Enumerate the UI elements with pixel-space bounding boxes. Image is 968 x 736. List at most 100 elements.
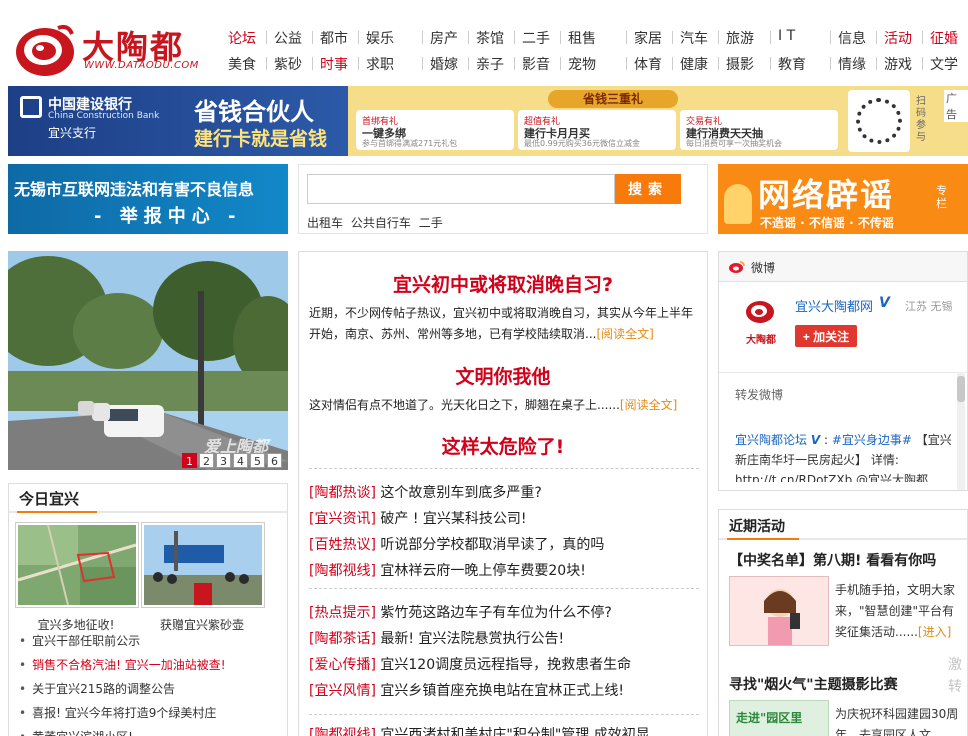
nav-separator xyxy=(922,57,923,70)
nav-link[interactable]: 论坛 xyxy=(228,28,256,48)
news-headline-link[interactable]: 宜兴120调度员远程指导，挽救患者生命 xyxy=(376,657,631,673)
nav-link[interactable]: 时事 xyxy=(320,54,348,74)
read-more-link[interactable]: [阅读全文] xyxy=(596,327,653,341)
hot-word-link[interactable]: 二手 xyxy=(419,216,443,230)
news-item: [百姓热议] 听说部分学校都取消早读了，真的吗 xyxy=(309,534,604,554)
news-category-tag[interactable]: [宜兴资讯] xyxy=(309,511,376,527)
slide-page-button[interactable]: 1 xyxy=(182,453,197,468)
news-item: [宜兴风情] 宜兴乡镇首座充换电站在宜林正式上线! xyxy=(309,680,624,700)
nav-link[interactable]: 活动 xyxy=(884,28,912,48)
nav-link[interactable]: 宠物 xyxy=(568,54,596,74)
enter-link[interactable]: [进入] xyxy=(918,625,951,639)
slide-page-button[interactable]: 5 xyxy=(250,453,265,468)
nav-link[interactable]: 二手 xyxy=(522,28,550,48)
slide-page-button[interactable]: 6 xyxy=(267,453,282,468)
today-thumb[interactable] xyxy=(141,522,265,608)
nav-link[interactable]: 租售 xyxy=(568,28,596,48)
headline-summary: 近期，不少网传帖子热议，宜兴初中或将取消晚自习，其实从今年上半年开始，南京、苏州… xyxy=(309,303,699,345)
floating-side-tag[interactable]: 激转 xyxy=(948,654,968,698)
nav-link[interactable]: 体育 xyxy=(634,54,662,74)
news-category-tag[interactable]: [热点提示] xyxy=(309,605,376,621)
news-headline-link[interactable]: 宜林祥云府一晚上停车费要20块! xyxy=(376,563,585,579)
report-center-banner[interactable]: 无锡市互联网违法和有害不良信息 - 举报中心 - xyxy=(8,164,288,234)
activity-description: 为庆祝环科园建园30周年，去享园区人文 xyxy=(835,707,959,736)
nav-link[interactable]: 旅游 xyxy=(726,28,754,48)
headline-title[interactable]: 宜兴初中或将取消晚自习? xyxy=(299,270,707,297)
news-category-tag[interactable]: [陶都视线] xyxy=(309,563,376,579)
nav-link[interactable]: 文学 xyxy=(930,54,958,74)
weibo-repost-label: 转发微博 xyxy=(735,388,784,402)
news-category-tag[interactable]: [爱心传播] xyxy=(309,657,376,673)
news-headline-link[interactable]: 宜兴西渚村和美村庄"积分制"管理 成效初显 xyxy=(376,727,649,736)
news-headline-link[interactable]: 这个故意别车到底多严重? xyxy=(376,485,541,501)
slide-page-button[interactable]: 2 xyxy=(199,453,214,468)
activity-image[interactable]: 走进"园区里 xyxy=(729,700,829,736)
today-thumb-caption[interactable]: 宜兴多地征收! xyxy=(11,616,141,633)
weibo-scrollbar[interactable] xyxy=(957,372,965,490)
nav-link[interactable]: I T xyxy=(778,28,795,44)
nav-link[interactable]: 情缘 xyxy=(838,54,866,74)
nav-link[interactable]: 公益 xyxy=(274,28,302,48)
nav-link[interactable]: 美食 xyxy=(228,54,256,74)
slide-page-button[interactable]: 3 xyxy=(216,453,231,468)
nav-link[interactable]: 信息 xyxy=(838,28,866,48)
nav-link[interactable]: 房产 xyxy=(430,28,458,48)
ad-branch: 宜兴支行 xyxy=(48,126,97,140)
news-headline-link[interactable]: 紫竹苑这路边车子有车位为什么不停? xyxy=(376,605,611,621)
nav-separator xyxy=(514,57,515,70)
today-thumb-caption[interactable]: 获赠宜兴紫砂壶 xyxy=(137,616,267,633)
nav-link[interactable]: 影音 xyxy=(522,54,550,74)
hot-word-link[interactable]: 出租车 xyxy=(307,216,343,230)
news-category-tag[interactable]: [陶都热谈] xyxy=(309,485,376,501)
news-headline-link[interactable]: 听说部分学校都取消早读了，真的吗 xyxy=(376,537,604,553)
weibo-post-author[interactable]: 宜兴陶都论坛 xyxy=(735,433,807,447)
nav-link[interactable]: 求职 xyxy=(366,54,394,74)
news-category-tag[interactable]: [宜兴风情] xyxy=(309,683,376,699)
nav-link[interactable]: 游戏 xyxy=(884,54,912,74)
nav-link[interactable]: 汽车 xyxy=(680,28,708,48)
news-headline-link[interactable]: 破产 ! 宜兴某科技公司! xyxy=(376,511,526,527)
news-category-tag[interactable]: [陶都茶话] xyxy=(309,631,376,647)
nav-link[interactable]: 家居 xyxy=(634,28,662,48)
activity-image[interactable] xyxy=(729,576,829,646)
nav-link[interactable]: 征婚 xyxy=(930,28,958,48)
activity-title[interactable]: 寻找"烟火气"主题摄影比赛 xyxy=(729,674,898,694)
nav-link[interactable]: 娱乐 xyxy=(366,28,394,48)
photo-slideshow[interactable]: 爱上陶都 123456 xyxy=(8,251,288,470)
today-news-item[interactable]: 关于宜兴215路的调整公告 xyxy=(19,680,175,697)
news-category-tag[interactable]: [百姓热议] xyxy=(309,537,376,553)
rumor-banner[interactable]: 网络辟谣 不造谣 · 不信谣 · 不传谣 专栏 xyxy=(718,164,968,234)
today-news-item[interactable]: 喜报! 宜兴今年将打造9个绿美村庄 xyxy=(19,704,216,721)
weibo-account-name[interactable]: 宜兴大陶都网 xyxy=(795,296,873,315)
search-button[interactable]: 搜索 xyxy=(615,174,681,204)
today-news-item[interactable]: 黄萎宜兴滨湖小区! xyxy=(19,728,133,736)
ad-label: 广告 xyxy=(944,90,968,122)
news-headline-link[interactable]: 最新! 宜兴法院悬赏执行公告! xyxy=(376,631,564,647)
nav-link[interactable]: 健康 xyxy=(680,54,708,74)
nav-link[interactable]: 都市 xyxy=(320,28,348,48)
nav-link[interactable]: 茶馆 xyxy=(476,28,504,48)
hot-word-link[interactable]: 公共自行车 xyxy=(351,216,411,230)
nav-link[interactable]: 教育 xyxy=(778,54,806,74)
site-logo[interactable]: 大陶都 WWW.DATAODU.COM xyxy=(14,18,200,78)
nav-link[interactable]: 亲子 xyxy=(476,54,504,74)
ad-card-sub: 每日消费可享一次抽奖机会 xyxy=(686,139,782,148)
search-input[interactable] xyxy=(307,174,615,204)
activity-title[interactable]: 【中奖名单】第八期! 看看有你吗 xyxy=(729,550,936,570)
nav-link[interactable]: 婚嫁 xyxy=(430,54,458,74)
read-more-link[interactable]: [阅读全文] xyxy=(620,398,677,412)
news-category-tag[interactable]: [陶都视线] xyxy=(309,727,376,736)
headline-title[interactable]: 这样太危险了! xyxy=(299,432,707,459)
headline-title[interactable]: 文明你我他 xyxy=(299,362,707,389)
nav-link[interactable]: 摄影 xyxy=(726,54,754,74)
today-thumb[interactable] xyxy=(15,522,139,608)
weibo-post-topic[interactable]: #宜兴身边事# xyxy=(832,433,912,447)
ccb-ad-banner[interactable]: 中国建设银行 China Construction Bank 宜兴支行 省钱合伙… xyxy=(8,86,968,156)
nav-separator xyxy=(312,57,313,70)
slide-page-button[interactable]: 4 xyxy=(233,453,248,468)
follow-button[interactable]: + 加关注 xyxy=(795,325,857,347)
today-news-item[interactable]: 宜兴干部任职前公示 xyxy=(19,632,140,649)
news-headline-link[interactable]: 宜兴乡镇首座充换电站在宜林正式上线! xyxy=(376,683,624,699)
today-news-item[interactable]: 销售不合格汽油! 宜兴一加油站被查! xyxy=(19,656,225,673)
nav-link[interactable]: 紫砂 xyxy=(274,54,302,74)
